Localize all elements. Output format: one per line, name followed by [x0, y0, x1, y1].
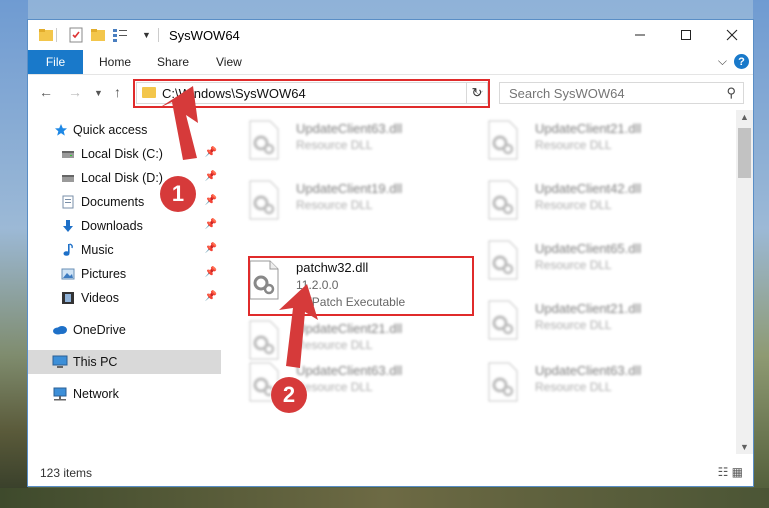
step-2-badge: 2	[271, 377, 307, 413]
annotation-arrows	[159, 86, 318, 368]
arrow-2-icon	[279, 284, 318, 368]
step-1-badge: 1	[160, 176, 196, 212]
arrow-1-icon	[159, 86, 198, 160]
